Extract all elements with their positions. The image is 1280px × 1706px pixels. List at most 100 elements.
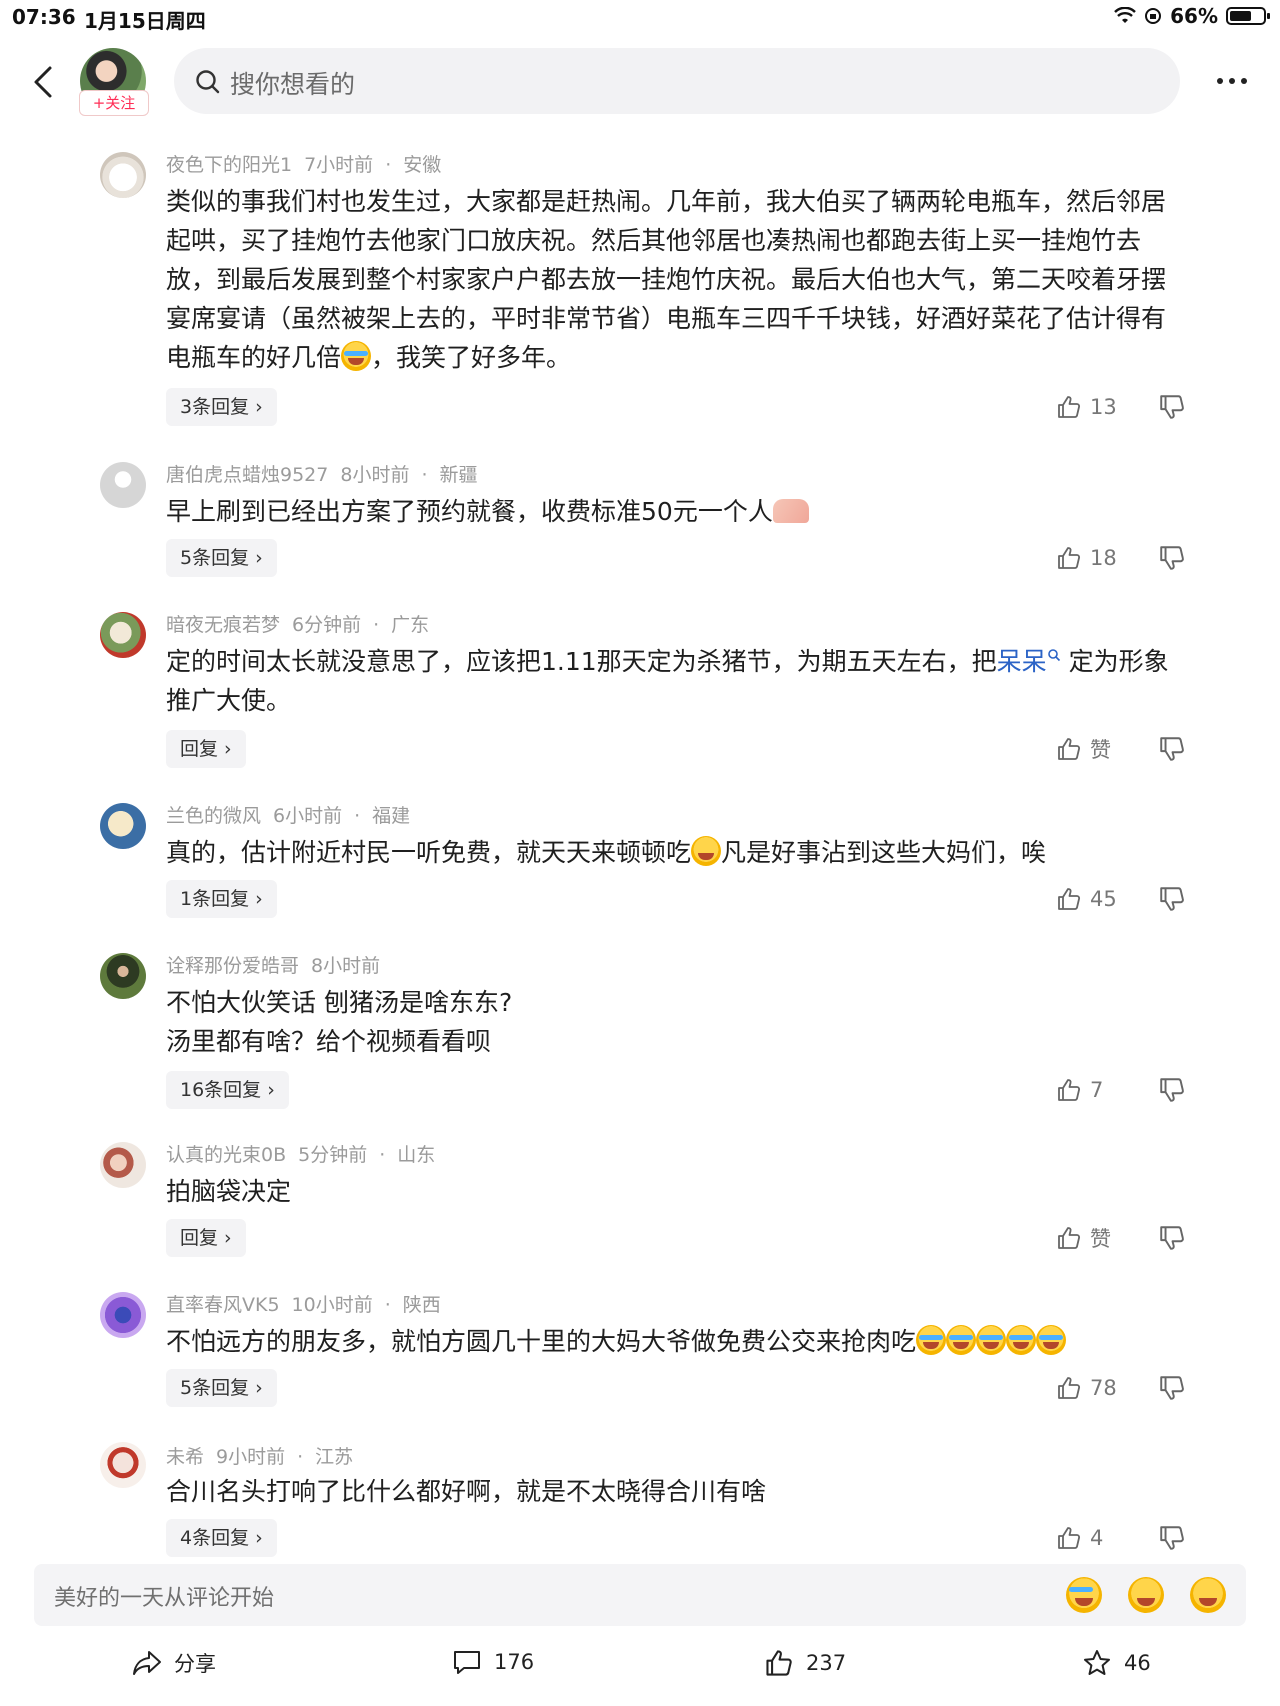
like-count: 45	[1090, 887, 1117, 911]
dislike-icon[interactable]	[1158, 1524, 1186, 1552]
avatar[interactable]	[100, 1442, 146, 1488]
like-post-button[interactable]: 237	[764, 1648, 846, 1678]
status-time: 07:36	[12, 5, 76, 29]
like-icon	[1058, 1527, 1081, 1549]
comment-username[interactable]: 兰色的微风	[166, 805, 261, 827]
comment-count: 176	[494, 1650, 535, 1674]
laughing-crying-emoji-icon	[976, 1325, 1007, 1355]
grinning-emoji-icon[interactable]	[1190, 1577, 1226, 1613]
comment-text: 真的，估计附近村民一听免费，就天天来顿顿吃 凡是好事沾到这些大妈们，唉	[166, 836, 1047, 867]
comment-text: 早上刷到已经出方案了预约就餐，收费标准50元一个人	[166, 492, 1186, 531]
dislike-icon[interactable]	[1158, 885, 1186, 913]
like-count: 赞	[1090, 738, 1111, 762]
view-replies-button[interactable]: 5条回复 ›	[166, 539, 277, 577]
comment-text: 合川名头打响了比什么都好啊，就是不太晓得合川有啥	[166, 1477, 767, 1506]
view-replies-button[interactable]: 3条回复 ›	[166, 388, 277, 426]
dislike-icon[interactable]	[1158, 544, 1186, 572]
comment-text: 不怕大伙笑话 刨猪汤是啥东东? 汤里都有啥？给个视频看看呗	[166, 988, 513, 1056]
view-replies-button[interactable]: 1条回复 ›	[166, 880, 277, 918]
avatar[interactable]	[100, 1142, 146, 1188]
comment-input-placeholder: 美好的一天从评论开始	[54, 1586, 275, 1611]
comment-username[interactable]: 未希	[166, 1446, 204, 1468]
comment-text: 定的时间太长就没意思了，应该把1.11那天定为杀猪节，为期五天左右，把呆呆 定为…	[166, 647, 1169, 715]
dislike-icon[interactable]	[1158, 1076, 1186, 1104]
view-replies-button[interactable]: 16条回复 ›	[166, 1071, 289, 1109]
comment-text: 不怕远方的朋友多，就怕方圆几十里的大妈大爷做免费公交来抢肉吃	[166, 1322, 1186, 1361]
more-icon[interactable]	[1212, 66, 1252, 96]
comment-meta: 暗夜无痕若梦 6分钟前 · 广东	[166, 614, 430, 636]
comment-count-button[interactable]: 176	[452, 1648, 534, 1676]
like-button[interactable]: 18	[1056, 539, 1117, 577]
like-button[interactable]: 4	[1056, 1519, 1103, 1557]
view-replies-button[interactable]: 5条回复 ›	[166, 1369, 277, 1407]
like-button[interactable]: 7	[1056, 1071, 1103, 1109]
dislike-icon[interactable]	[1158, 1374, 1186, 1402]
avatar[interactable]	[100, 612, 146, 658]
avatar[interactable]	[100, 953, 146, 999]
laughing-crying-emoji-icon	[946, 1325, 977, 1355]
like-count: 赞	[1090, 1227, 1111, 1251]
like-count: 13	[1090, 395, 1117, 419]
like-count: 18	[1090, 546, 1117, 570]
comment-input[interactable]: 美好的一天从评论开始	[34, 1564, 1246, 1626]
comment-meta: 直率春风VK5 10小时前 · 陕西	[166, 1294, 441, 1316]
comment-meta: 认真的光束0B 5分钟前 · 山东	[166, 1144, 436, 1166]
reply-button[interactable]: 回复 ›	[166, 730, 246, 768]
like-button[interactable]: 78	[1056, 1369, 1117, 1407]
crying-emoji-icon	[341, 341, 372, 371]
comment-username[interactable]: 唐伯虎点蜡烛9527	[166, 464, 328, 486]
avatar[interactable]	[100, 803, 146, 849]
dislike-icon[interactable]	[1158, 1224, 1186, 1252]
laughing-crying-emoji-icon	[1036, 1325, 1067, 1355]
like-button[interactable]: 赞	[1056, 730, 1111, 768]
wifi-icon	[1114, 7, 1136, 23]
hands-emoji-icon	[772, 499, 809, 523]
favorite-button[interactable]: 46	[1082, 1648, 1151, 1678]
favorite-count: 46	[1124, 1651, 1151, 1675]
laughing-crying-emoji-icon	[1006, 1325, 1037, 1355]
back-icon[interactable]	[24, 58, 64, 106]
comment-icon	[454, 1651, 480, 1674]
battery-icon	[1226, 7, 1270, 25]
comment-username[interactable]: 直率春风VK5	[166, 1294, 280, 1316]
search-placeholder: 搜你想看的	[230, 70, 356, 99]
avatar[interactable]	[100, 1292, 146, 1338]
comment-meta: 未希 9小时前 · 江苏	[166, 1446, 354, 1468]
like-button[interactable]: 45	[1056, 880, 1117, 918]
reply-button[interactable]: 回复 ›	[166, 1219, 246, 1257]
status-right: 66%	[1114, 4, 1270, 28]
like-icon	[1058, 396, 1081, 418]
hashtag-link[interactable]: 呆呆	[997, 647, 1047, 676]
like-count: 237	[806, 1651, 847, 1675]
search-input[interactable]: 搜你想看的	[174, 48, 1180, 114]
comment-meta: 夜色下的阳光1 7小时前 · 安徽	[166, 154, 442, 176]
like-count: 7	[1090, 1078, 1104, 1102]
comment-username[interactable]: 暗夜无痕若梦	[166, 614, 280, 636]
comment-text: 拍脑袋决定	[166, 1177, 292, 1206]
status-date: 1月15日周四	[84, 9, 206, 33]
laughing-crying-emoji-icon[interactable]	[1066, 1577, 1102, 1613]
share-button[interactable]: 分享	[132, 1648, 216, 1678]
view-replies-button[interactable]: 4条回复 ›	[166, 1519, 277, 1557]
search-link-icon	[1047, 649, 1060, 662]
like-icon	[1058, 1377, 1081, 1399]
like-button[interactable]: 13	[1056, 388, 1117, 426]
like-icon	[1058, 888, 1081, 910]
battery-percent: 66%	[1170, 4, 1218, 28]
like-button[interactable]: 赞	[1056, 1219, 1111, 1257]
comment-username[interactable]: 认真的光束0B	[166, 1144, 286, 1166]
dislike-icon[interactable]	[1158, 393, 1186, 421]
comment-username[interactable]: 诠释那份爱皓哥	[166, 955, 299, 977]
dislike-icon[interactable]	[1158, 735, 1186, 763]
comment-username[interactable]: 夜色下的阳光1	[166, 154, 292, 176]
heart-eyes-emoji-icon[interactable]	[1128, 1577, 1164, 1613]
like-icon	[1058, 1227, 1081, 1249]
orientation-lock-icon	[1145, 8, 1162, 24]
avatar[interactable]	[100, 152, 146, 198]
search-icon	[196, 70, 220, 94]
follow-button[interactable]: +关注	[79, 90, 149, 116]
status-bar: 07:36 1月15日周四 66%	[0, 0, 1280, 34]
avatar[interactable]	[100, 462, 146, 508]
like-count: 78	[1090, 1376, 1117, 1400]
laughing-crying-emoji-icon	[916, 1325, 947, 1355]
